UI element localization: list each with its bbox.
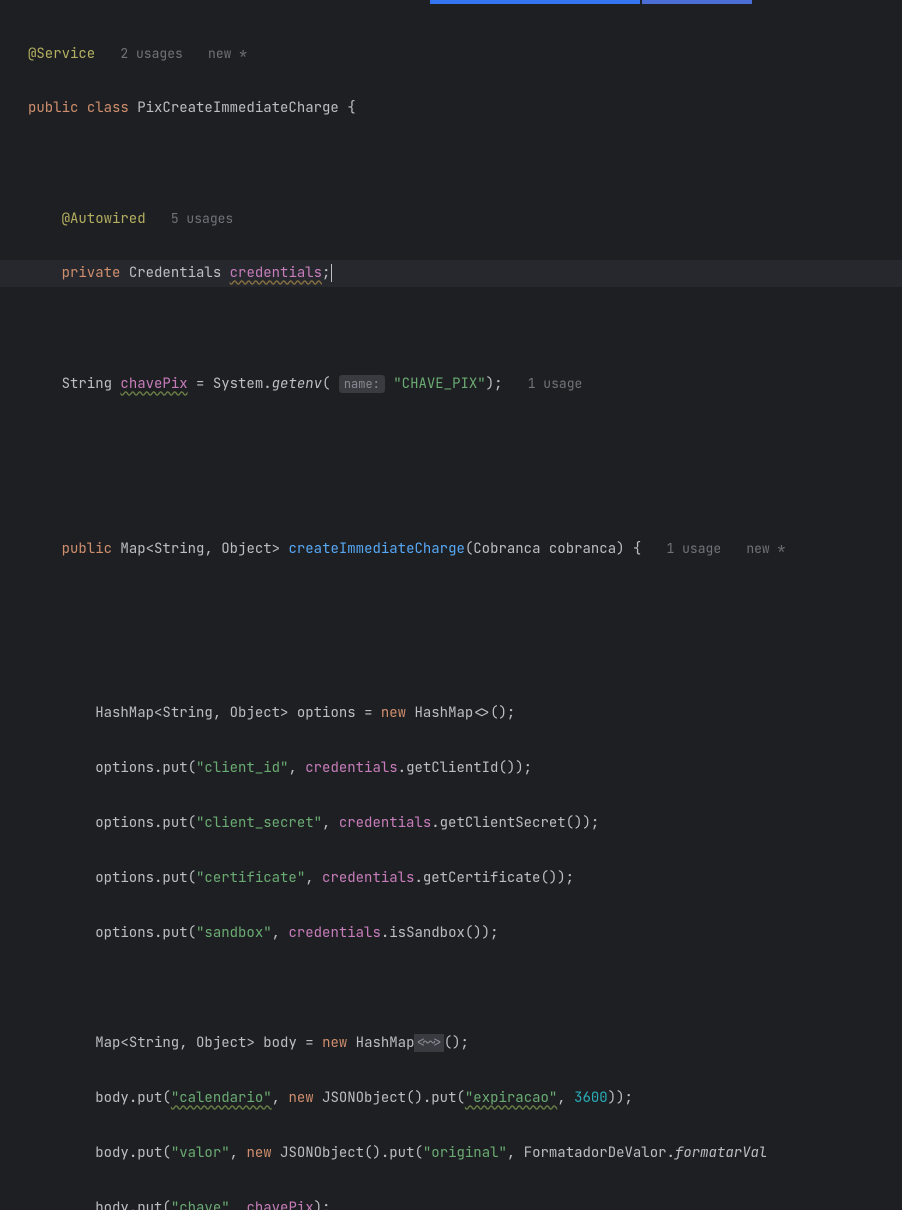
- code-line: [28, 975, 902, 1003]
- code-line: [28, 150, 902, 178]
- field-chavepix: chavePix: [120, 375, 187, 393]
- code-line: body.put("valor", new JSONObject().put("…: [28, 1140, 902, 1168]
- text-caret: [331, 264, 332, 282]
- code-line: public class PixCreateImmediateCharge {: [28, 95, 902, 123]
- inferred-type-hint: <~>: [414, 1034, 443, 1052]
- code-line: Map<String, Object> body = new HashMap<~…: [28, 1030, 902, 1058]
- field-credentials: credentials: [230, 264, 322, 282]
- vcs-hint[interactable]: new *: [208, 45, 247, 62]
- tab-active[interactable]: [430, 0, 640, 4]
- usage-hint[interactable]: 2 usages: [120, 45, 182, 62]
- code-line: @Service 2 usages new *: [28, 40, 902, 68]
- method-declaration: createImmediateCharge: [288, 540, 464, 558]
- code-line: options.put("sandbox", credentials.isSan…: [28, 920, 902, 948]
- code-line: body.put("chave", chavePix);: [28, 1195, 902, 1210]
- param-hint: name:: [339, 375, 385, 393]
- code-line: options.put("client_id", credentials.get…: [28, 755, 902, 783]
- annotation-autowired: @Autowired: [62, 210, 146, 228]
- tabs-bar: [0, 0, 902, 4]
- usage-hint[interactable]: 1 usage: [667, 540, 722, 557]
- code-line: [28, 590, 902, 618]
- tab-secondary[interactable]: [642, 0, 752, 4]
- code-line: options.put("client_secret", credentials…: [28, 810, 902, 838]
- usage-hint[interactable]: 5 usages: [171, 210, 233, 227]
- code-line: [28, 480, 902, 508]
- code-line: String chavePix = System.getenv( name: "…: [28, 370, 902, 398]
- vcs-hint[interactable]: new *: [746, 540, 785, 557]
- code-line: [28, 425, 902, 453]
- code-line: [28, 645, 902, 673]
- code-line: @Autowired 5 usages: [28, 205, 902, 233]
- code-line: body.put("calendario", new JSONObject().…: [28, 1085, 902, 1113]
- code-line: options.put("certificate", credentials.g…: [28, 865, 902, 893]
- code-line-current: private Credentials credentials;: [0, 260, 902, 288]
- code-line: public Map<String, Object> createImmedia…: [28, 535, 902, 563]
- usage-hint[interactable]: 1 usage: [528, 375, 583, 392]
- code-line: HashMap<String, Object> options = new Ha…: [28, 700, 902, 728]
- code-line: [28, 315, 902, 343]
- annotation-service: @Service: [28, 45, 95, 63]
- code-editor[interactable]: @Service 2 usages new * public class Pix…: [0, 0, 902, 1210]
